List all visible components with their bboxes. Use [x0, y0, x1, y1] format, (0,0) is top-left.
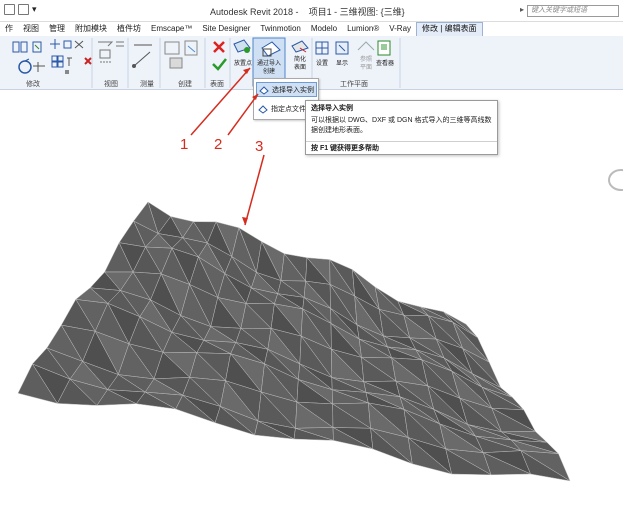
- panel-title-create: 创建: [178, 81, 192, 88]
- window-title: Autodesk Revit 2018 - 项目1 - 三维视图: {三维}: [210, 5, 405, 18]
- tab-4[interactable]: 植件坊: [112, 22, 146, 36]
- tooltip-help: 按 F1 键获得更多帮助: [306, 141, 497, 156]
- tab-0[interactable]: 作: [0, 22, 18, 36]
- panel-title-workplane: 工作平面: [340, 81, 368, 88]
- ribbon-tabs: 作视图 管理 附加模块 植件坊 Emscape™ Site Designer Twinmot…: [0, 22, 623, 36]
- view-cube-icon[interactable]: [605, 168, 623, 192]
- scale-icon[interactable]: [65, 70, 69, 74]
- callout-label-2: 2: [214, 136, 223, 153]
- panel-title-measure: 测量: [140, 81, 154, 88]
- tab-7[interactable]: Twinmotion: [255, 22, 305, 36]
- tab-3[interactable]: 附加模块: [70, 22, 112, 36]
- tab-9[interactable]: Lumion®: [342, 22, 384, 36]
- viewer-button[interactable]: 查看器: [376, 58, 394, 67]
- delete-icon[interactable]: [84, 57, 92, 65]
- create-group-icon[interactable]: [164, 41, 183, 69]
- dropdown-icon[interactable]: ▾: [32, 4, 38, 15]
- search-arrow-icon[interactable]: ▸: [520, 5, 524, 14]
- project-title: 项目1 - 三维视图: {三维}: [308, 7, 405, 17]
- panel-title-surface: 表面: [210, 81, 224, 88]
- tooltip: 选择导入实例 可以根据以 DWG、DXF 或 DGN 格式导入的三维等高线数据创…: [305, 100, 498, 155]
- unlock-icon[interactable]: [116, 41, 124, 47]
- terrain-surface: [17, 201, 571, 482]
- tab-5[interactable]: Emscape™: [146, 22, 197, 36]
- panel-title-view: 视图: [104, 81, 118, 88]
- show-button[interactable]: 显示: [336, 58, 348, 67]
- rotate-icon[interactable]: [18, 58, 32, 74]
- set-workplane-icon[interactable]: [315, 41, 329, 55]
- measure-icon[interactable]: [132, 44, 152, 68]
- tab-8[interactable]: Modelo: [306, 22, 342, 36]
- align-icon[interactable]: [12, 41, 28, 53]
- simplify-surface-icon[interactable]: [291, 40, 309, 53]
- search-input[interactable]: 键入关键字或短语: [527, 5, 619, 17]
- finish-icon[interactable]: [212, 58, 227, 71]
- import-instance-icon: [259, 85, 269, 95]
- hide-icon[interactable]: [98, 41, 114, 59]
- tooltip-body: 可以根据以 DWG、DXF 或 DGN 格式导入的三维等高线数据创建地形表面。: [311, 117, 492, 134]
- ref-plane-icon[interactable]: [357, 41, 375, 51]
- point-file-icon: [258, 104, 268, 114]
- menu-item-select-import[interactable]: 选择导入实例: [256, 82, 317, 97]
- move-icon[interactable]: [50, 39, 60, 49]
- simplify-surface-button[interactable]: 简化 表面: [291, 56, 309, 72]
- tab-11[interactable]: 修改 | 编辑表面: [416, 22, 483, 36]
- show-workplane-icon[interactable]: [335, 41, 349, 55]
- tab-1[interactable]: 视图: [18, 22, 44, 36]
- title-bar: ▾ Autodesk Revit 2018 - 项目1 - 三维视图: {三维} …: [0, 0, 623, 22]
- create-from-import-button[interactable]: 通过导入 创建: [255, 60, 283, 76]
- pin-icon[interactable]: [67, 57, 72, 66]
- panel-title-modify: 修改: [26, 81, 40, 88]
- tab-10[interactable]: V-Ray: [384, 22, 416, 36]
- menu-item-label: 指定点文件: [271, 105, 306, 113]
- mirror-icon[interactable]: [74, 40, 84, 49]
- app-title: Autodesk Revit 2018 -: [210, 7, 299, 17]
- trim-icon[interactable]: [33, 62, 45, 72]
- ref-plane-button[interactable]: 参照 平面: [358, 56, 374, 72]
- viewer-icon[interactable]: [377, 40, 391, 56]
- place-point-button[interactable]: 放置点: [234, 58, 252, 67]
- cancel-icon[interactable]: [213, 41, 225, 53]
- save-icon[interactable]: [4, 4, 15, 15]
- tab-2[interactable]: 管理: [44, 22, 70, 36]
- tab-6[interactable]: Site Designer: [197, 22, 255, 36]
- undo-icon[interactable]: [18, 4, 29, 15]
- copy-icon[interactable]: [63, 40, 72, 49]
- callout-label-1: 1: [180, 136, 189, 153]
- place-point-icon[interactable]: [233, 39, 251, 53]
- create-similar-icon[interactable]: [184, 40, 198, 56]
- offset-icon[interactable]: [32, 41, 42, 53]
- set-button[interactable]: 设置: [316, 58, 328, 67]
- callout-label-3: 3: [255, 138, 264, 155]
- 3d-viewport[interactable]: [0, 92, 623, 519]
- menu-item-label: 选择导入实例: [272, 86, 314, 94]
- tooltip-title: 选择导入实例: [311, 105, 353, 112]
- array-icon[interactable]: [51, 55, 64, 68]
- quick-access-toolbar: ▾: [4, 4, 38, 15]
